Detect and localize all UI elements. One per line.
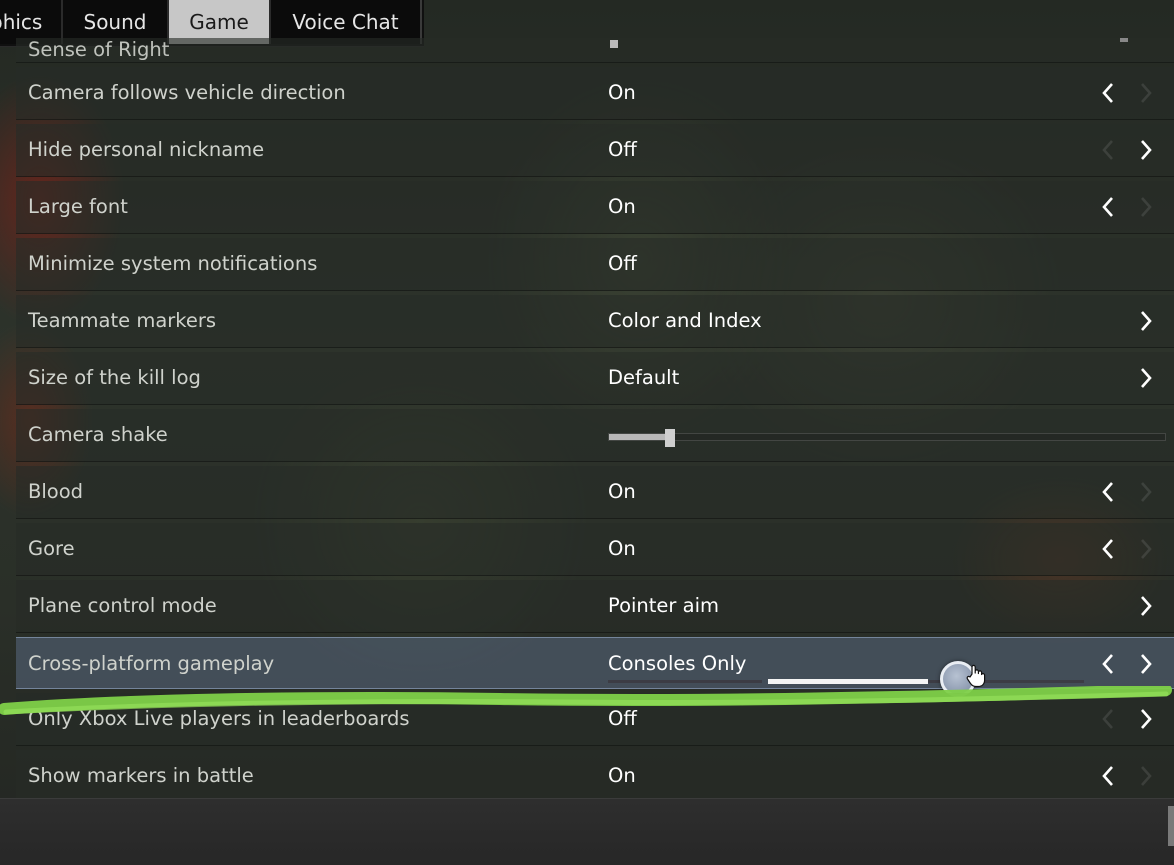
setting-row-minimize-notifications[interactable]: Minimize system notifications Off xyxy=(16,238,1174,291)
setting-value: Off xyxy=(608,707,637,730)
setting-label: Blood xyxy=(28,480,84,503)
slider-fill xyxy=(609,434,670,440)
chevron-right-icon[interactable] xyxy=(1134,295,1158,347)
setting-row-kill-log-size[interactable]: Size of the kill log Default xyxy=(16,352,1174,405)
setting-value: On xyxy=(608,480,636,503)
setting-label: Show markers in battle xyxy=(28,764,254,787)
chevron-left-icon[interactable] xyxy=(1096,466,1120,518)
setting-value: On xyxy=(608,764,636,787)
setting-label: Large font xyxy=(28,195,128,218)
setting-row-camera-follows[interactable]: Camera follows vehicle direction On xyxy=(16,67,1174,120)
setting-value: Default xyxy=(608,366,680,389)
scrollbar-edge[interactable] xyxy=(1168,806,1174,846)
chevron-left-icon[interactable] xyxy=(1096,67,1120,119)
chevron-left-icon[interactable] xyxy=(1096,181,1120,233)
slider-fill xyxy=(768,679,928,684)
chevron-right-icon xyxy=(1134,750,1158,802)
setting-row-teammate-markers[interactable]: Teammate markers Color and Index xyxy=(16,295,1174,348)
chevron-left-icon[interactable] xyxy=(1096,750,1120,802)
setting-row-plane-control[interactable]: Plane control mode Pointer aim xyxy=(16,580,1174,633)
camera-shake-slider[interactable] xyxy=(608,429,1166,447)
setting-value: Pointer aim xyxy=(608,594,719,617)
chevron-right-icon[interactable] xyxy=(1134,693,1158,745)
setting-row-hide-nickname[interactable]: Hide personal nickname Off xyxy=(16,124,1174,177)
setting-label: Gore xyxy=(28,537,75,560)
setting-value: Off xyxy=(608,252,637,275)
chevron-right-icon[interactable] xyxy=(1134,638,1158,690)
setting-value: Color and Index xyxy=(608,309,762,332)
setting-row-partial[interactable]: Sense of Right xyxy=(16,38,1174,63)
setting-label: Camera shake xyxy=(28,423,168,446)
setting-label: Only Xbox Live players in leaderboards xyxy=(28,707,410,730)
arrow-stub xyxy=(1120,38,1128,42)
setting-row-cross-platform[interactable]: Cross-platform gameplay Consoles Only xyxy=(16,637,1174,697)
setting-label: Hide personal nickname xyxy=(28,138,265,161)
chevron-right-icon xyxy=(1134,466,1158,518)
chevron-left-icon xyxy=(1096,693,1120,745)
chevron-right-icon[interactable] xyxy=(1134,124,1158,176)
settings-list: Sense of Right Camera follows vehicle di… xyxy=(16,38,1174,807)
chevron-right-icon xyxy=(1134,67,1158,119)
setting-row-xbox-leaderboards[interactable]: Only Xbox Live players in leaderboards O… xyxy=(16,693,1174,746)
setting-row-camera-shake[interactable]: Camera shake xyxy=(16,409,1174,462)
setting-label: Plane control mode xyxy=(28,594,217,617)
chevron-right-icon xyxy=(1134,181,1158,233)
setting-value: On xyxy=(608,195,636,218)
hand-cursor-icon xyxy=(966,664,986,692)
setting-label: Minimize system notifications xyxy=(28,252,318,275)
setting-label: Teammate markers xyxy=(28,309,217,332)
chevron-left-icon xyxy=(1096,124,1120,176)
setting-label: Sense of Right xyxy=(28,38,170,61)
setting-row-show-markers[interactable]: Show markers in battle On xyxy=(16,750,1174,803)
chevron-left-icon[interactable] xyxy=(1096,523,1120,575)
bottom-bar xyxy=(0,798,1174,865)
setting-value: On xyxy=(608,81,636,104)
slider-stub xyxy=(610,40,618,48)
setting-label: Size of the kill log xyxy=(28,366,201,389)
cross-platform-slider[interactable] xyxy=(768,661,1084,697)
setting-label: Cross-platform gameplay xyxy=(28,652,275,675)
setting-row-blood[interactable]: Blood On xyxy=(16,466,1174,519)
slider-handle[interactable] xyxy=(665,429,675,447)
chevron-right-icon xyxy=(1134,523,1158,575)
setting-row-large-font[interactable]: Large font On xyxy=(16,181,1174,234)
chevron-right-icon[interactable] xyxy=(1134,352,1158,404)
setting-row-gore[interactable]: Gore On xyxy=(16,523,1174,576)
value-underline xyxy=(608,680,762,683)
setting-label: Camera follows vehicle direction xyxy=(28,81,346,104)
chevron-right-icon[interactable] xyxy=(1134,580,1158,632)
setting-value: On xyxy=(608,537,636,560)
setting-value: Off xyxy=(608,138,637,161)
chevron-left-icon[interactable] xyxy=(1096,638,1120,690)
